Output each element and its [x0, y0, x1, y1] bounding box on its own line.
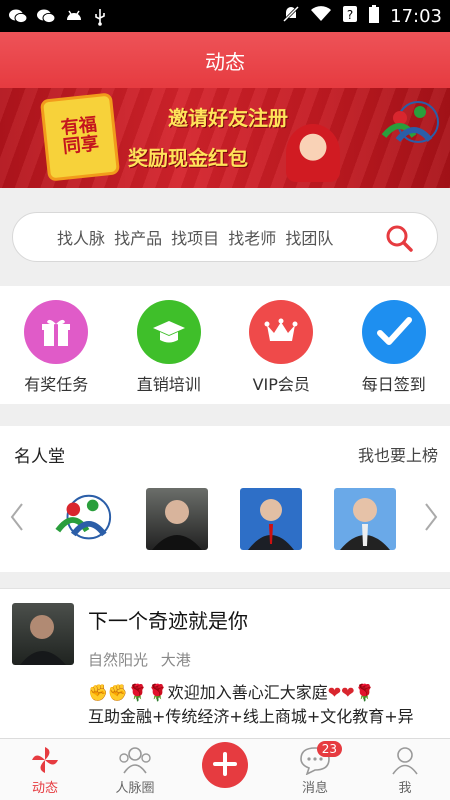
page-title: 动态: [205, 49, 245, 74]
banner-headline: 邀请好友注册: [168, 106, 288, 130]
status-bar: ? 17:03: [0, 0, 450, 32]
checkmark-icon: [361, 300, 426, 364]
search-bar[interactable]: 找人脉 找产品 找项目 找老师 找团队: [12, 212, 438, 262]
tab-messages[interactable]: 23 消息: [270, 739, 360, 800]
mute-icon: [282, 5, 300, 28]
tab-label: 人脉圈: [115, 781, 155, 796]
pinwheel-icon: [32, 747, 58, 773]
person-photo: [248, 499, 294, 550]
people-icon: [119, 747, 151, 774]
tab-feed[interactable]: 动态: [0, 739, 90, 800]
post-body: ✊✊🌹🌹欢迎加入善心汇大家庭❤❤🌹 互助金融+传统经济+线上商城+文化教育+异: [88, 681, 440, 741]
clock-text: 17:03: [390, 5, 442, 27]
fortune-god-illustration: [286, 124, 340, 182]
crown-icon: [249, 300, 314, 364]
section-title: 名人堂: [14, 447, 65, 467]
gift-icon: [24, 300, 89, 364]
post-title: 下一个奇迹就是你: [88, 609, 248, 633]
wifi-icon: [310, 5, 332, 27]
join-ranking-link[interactable]: 我也要上榜: [358, 442, 438, 467]
avatar[interactable]: [146, 488, 208, 550]
quick-actions: 有奖任务 直销培训 VIP会员 每日签到: [0, 286, 450, 404]
wechat-icon: [8, 8, 28, 24]
avatar[interactable]: [240, 488, 302, 550]
person-photo: [20, 615, 66, 665]
heart-icon: ❤❤🌹: [327, 683, 375, 702]
tab-me[interactable]: 我: [360, 739, 450, 800]
quick-action-label: 每日签到: [361, 375, 426, 394]
feed-post[interactable]: 下一个奇迹就是你 自然阳光 大港 ✊✊🌹🌹欢迎加入善心汇大家庭❤❤🌹 互助金融+…: [0, 588, 450, 738]
graduation-cap-icon: [136, 300, 201, 364]
brand-logo-icon: [381, 101, 439, 143]
quick-action-training[interactable]: 直销培训: [113, 286, 226, 404]
wechat-icon: [36, 8, 56, 24]
avatar[interactable]: [334, 488, 396, 550]
search-section: 找人脉 找产品 找项目 找老师 找团队: [0, 188, 450, 286]
quick-action-checkin[interactable]: 每日签到: [338, 286, 450, 404]
chevron-right-icon[interactable]: [424, 502, 438, 532]
post-body-line: 互助金融+传统经济+线上商城+文化教育+异: [88, 707, 414, 726]
page-title-bar: 动态: [0, 32, 450, 88]
brand-logo-icon: [52, 488, 114, 550]
person-photo: [152, 500, 202, 550]
emoji-icon: ✊✊🌹🌹: [88, 683, 168, 702]
android-icon: [64, 8, 84, 24]
bottom-tab-bar: 动态 人脉圈 23 消息 我: [0, 738, 450, 800]
hall-of-fame-header: 名人堂 我也要上榜: [14, 442, 438, 467]
quick-action-label: 直销培训: [136, 375, 201, 394]
tab-publish[interactable]: [180, 739, 270, 800]
signal-icon: ?: [342, 5, 358, 28]
banner-badge-line: 同享: [61, 133, 100, 158]
post-location: 大港: [160, 651, 191, 669]
quick-action-vip[interactable]: VIP会员: [225, 286, 338, 404]
avatar[interactable]: [12, 603, 74, 665]
quick-action-reward-task[interactable]: 有奖任务: [0, 286, 113, 404]
post-body-text: 欢迎加入善心汇大家庭: [167, 683, 328, 702]
svg-text:?: ?: [347, 8, 353, 22]
search-placeholder: 找人脉 找产品 找项目 找老师 找团队: [57, 229, 334, 248]
banner-subheadline: 奖励现金红包: [128, 146, 248, 170]
promo-banner[interactable]: 有福 同享 邀请好友注册 奖励现金红包: [0, 88, 450, 188]
avatar[interactable]: [52, 488, 114, 550]
post-body-line: ✊✊🌹🌹欢迎加入善心汇大家庭❤❤🌹: [88, 681, 440, 705]
banner-badge: 有福 同享: [39, 92, 121, 182]
usb-icon: [92, 8, 112, 26]
person-photo: [340, 498, 390, 550]
quick-action-label: VIP会员: [252, 375, 310, 394]
tab-label: 消息: [301, 781, 328, 796]
tab-label: 动态: [31, 781, 58, 796]
quick-action-label: 有奖任务: [24, 375, 89, 394]
search-icon[interactable]: [385, 224, 413, 252]
unread-badge: 23: [316, 741, 343, 757]
user-icon: [392, 747, 418, 775]
add-icon: [202, 742, 248, 788]
post-meta: 自然阳光 大港: [88, 649, 191, 670]
tab-label: 我: [398, 781, 412, 796]
post-author: 自然阳光: [88, 651, 149, 669]
tab-network[interactable]: 人脉圈: [90, 739, 180, 800]
chevron-left-icon[interactable]: [10, 502, 24, 532]
hall-of-fame: 名人堂 我也要上榜: [0, 426, 450, 572]
battery-icon: [368, 4, 380, 29]
